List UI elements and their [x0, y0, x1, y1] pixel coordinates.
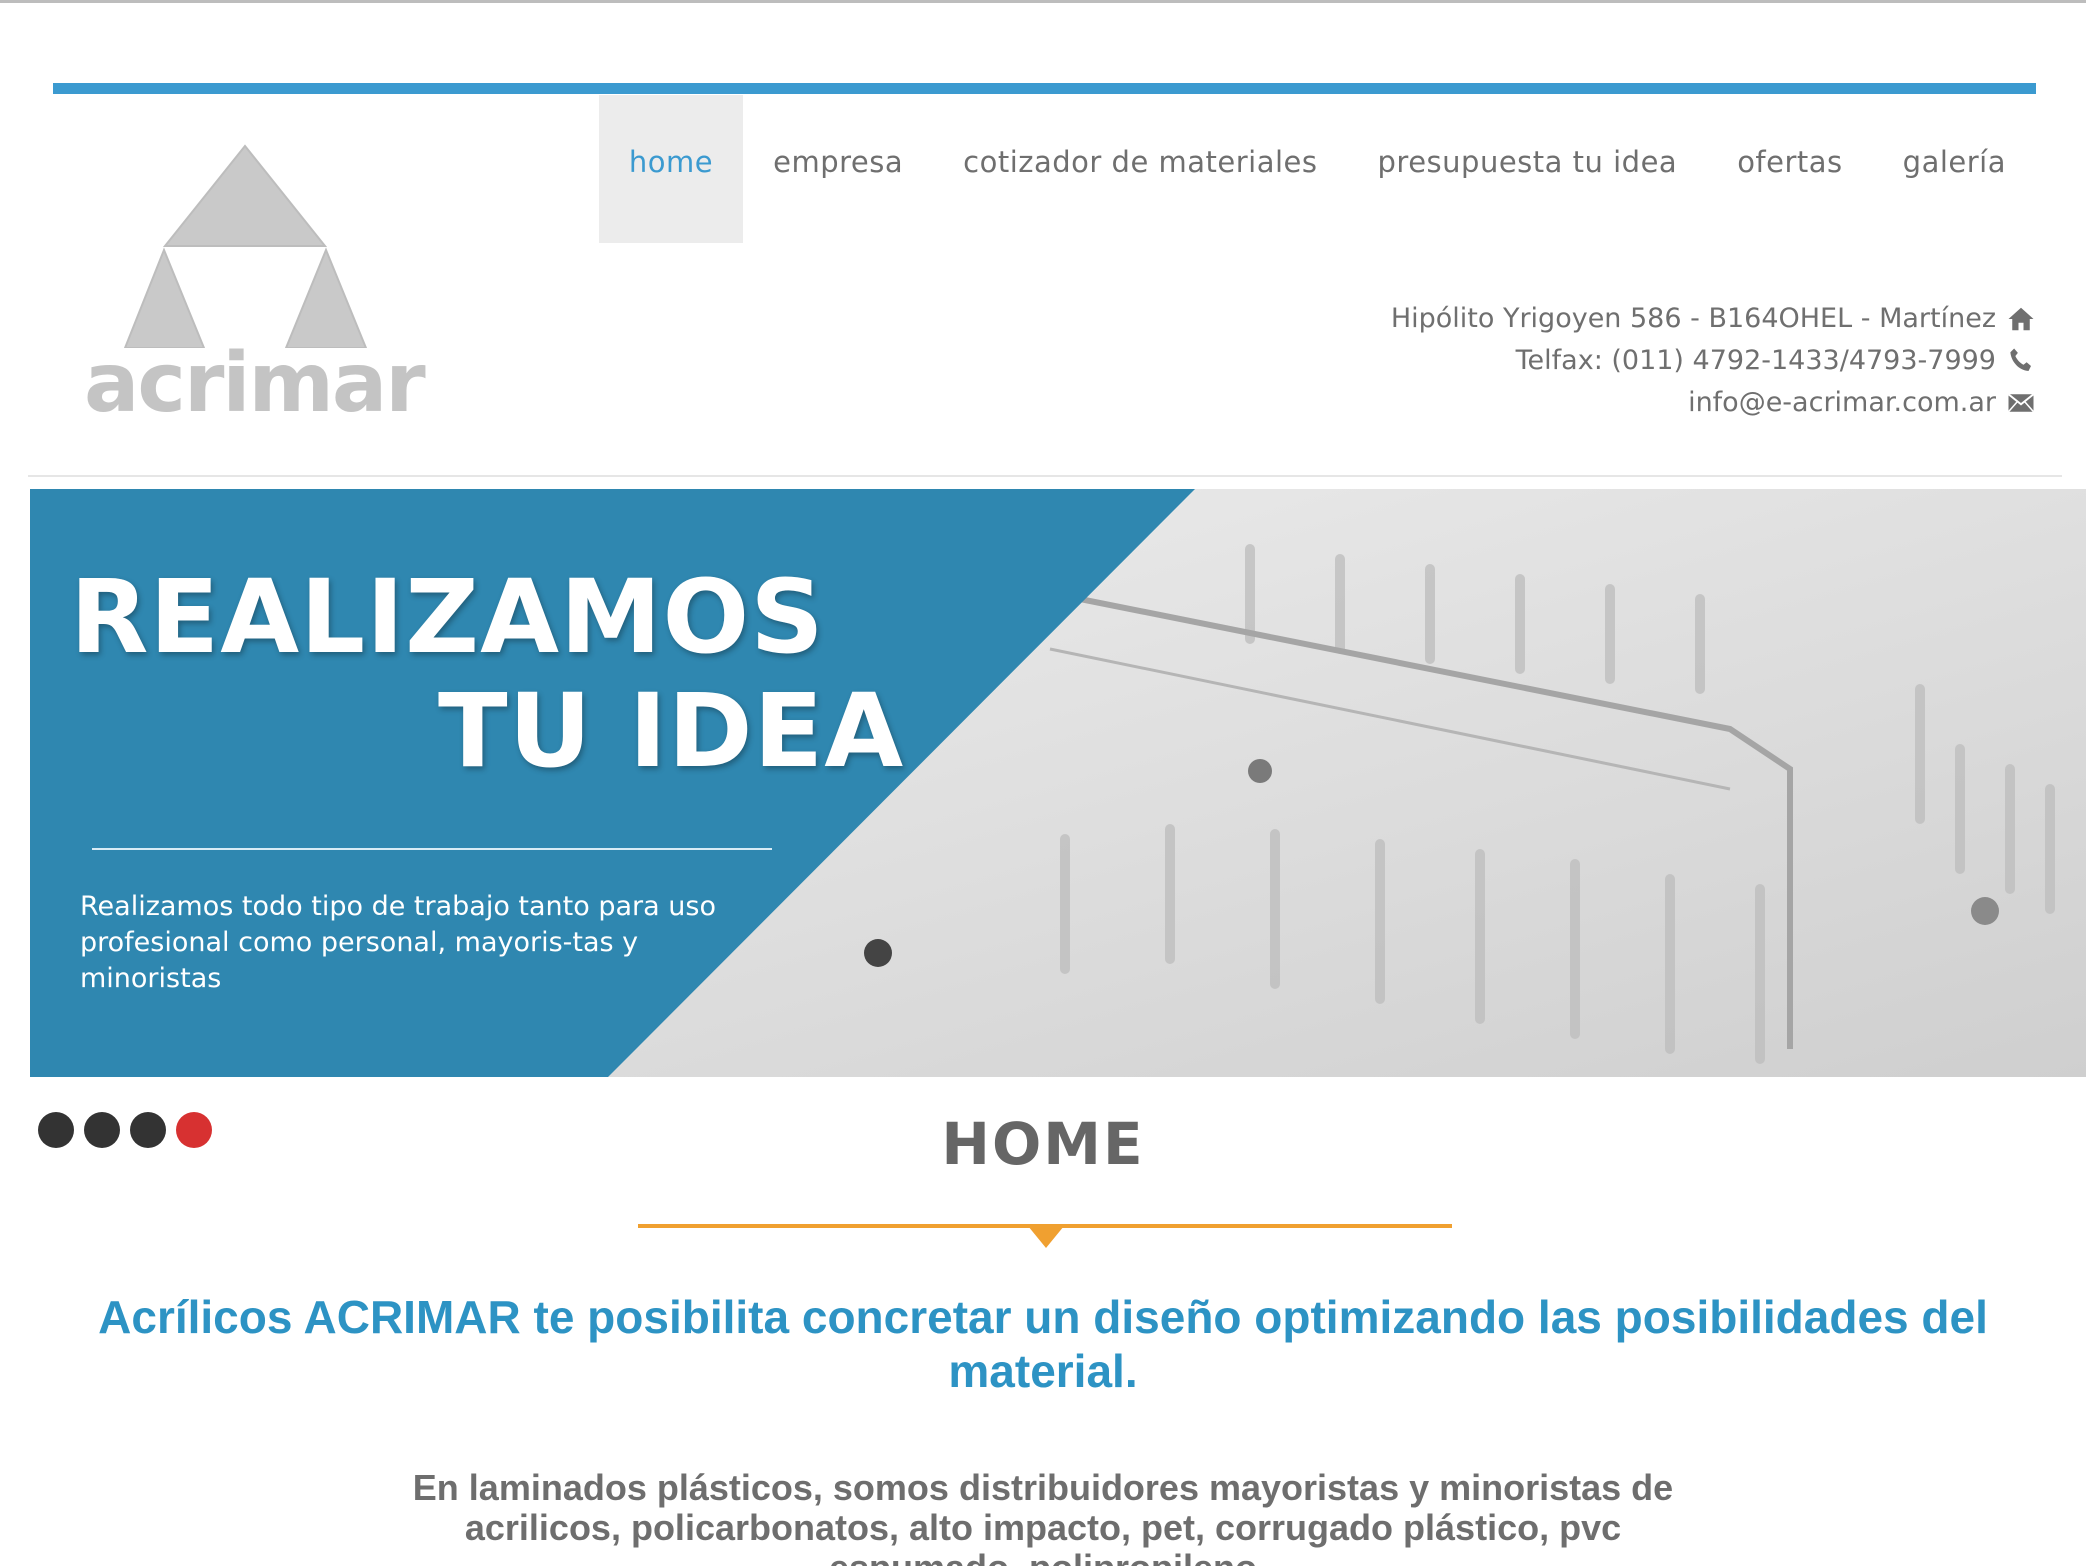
phone-text: Telfax: (011) 4792-1433/4793-7999: [1515, 345, 1996, 376]
address-text: Hipólito Yrigoyen 586 - B164OHEL - Martí…: [1390, 303, 1996, 334]
nav-item-empresa[interactable]: empresa: [743, 95, 933, 243]
headline: Acrílicos ACRIMAR te posibilita concreta…: [98, 1291, 1988, 1397]
email-text[interactable]: info@e-acrimar.com.ar: [1688, 382, 1996, 424]
nav-item-ofertas[interactable]: ofertas: [1707, 95, 1872, 243]
contact-email[interactable]: info@e-acrimar.com.ar: [1391, 382, 2036, 424]
envelope-icon: [2007, 393, 2035, 413]
logo[interactable]: acrimar: [80, 138, 426, 438]
banner-rule: [92, 848, 772, 850]
phone-icon: [2010, 348, 2031, 371]
banner-text: Realizamos todo tipo de trabajo tanto pa…: [80, 891, 716, 994]
header-accent-bar: [53, 83, 2036, 94]
nav-item-home[interactable]: home: [598, 95, 744, 243]
contact-address: Hipólito Yrigoyen 586 - B164OHEL - Martí…: [1391, 298, 2036, 340]
title-divider-arrow-icon: [1028, 1226, 1064, 1248]
nav-item-presupuesta[interactable]: presupuesta tu idea: [1348, 95, 1708, 243]
header-divider: [28, 475, 2062, 477]
top-rule: [0, 0, 2086, 3]
logo-triangle-icon: [123, 144, 368, 349]
home-icon: [2008, 307, 2034, 331]
nav-item-cotizador[interactable]: cotizador de materiales: [933, 95, 1347, 243]
main-nav: home empresa cotizador de materiales pre…: [598, 95, 2036, 243]
contact-phone: Telfax: (011) 4792-1433/4793-7999: [1391, 340, 2036, 382]
contact-info: Hipólito Yrigoyen 586 - B164OHEL - Martí…: [1391, 298, 2036, 424]
body-text: En laminados plásticos, somos distribuid…: [412, 1467, 1674, 1566]
nav-item-galeria[interactable]: galería: [1873, 95, 2036, 243]
hero-banner: REALIZAMOS TU IDEA Realizamos todo tipo …: [30, 489, 2086, 1077]
logo-wordmark: acrimar: [84, 336, 426, 431]
page-title: HOME: [941, 1110, 1145, 1178]
banner-title-line2: TU IDEA: [438, 672, 905, 791]
banner-title-line1: REALIZAMOS: [70, 558, 825, 677]
